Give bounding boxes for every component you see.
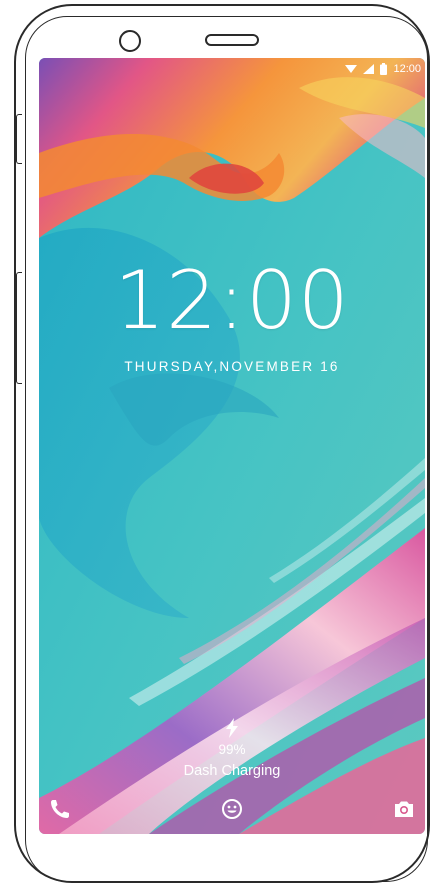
lock-screen[interactable]: 12:00 12:00 THURSDAY,NOVEMBER 16 99% Das… [39, 58, 425, 834]
battery-percent: 99% [218, 742, 246, 757]
smiley-icon[interactable] [220, 797, 244, 821]
status-time: 12:00 [393, 63, 421, 75]
charging-label: Dash Charging [183, 763, 281, 779]
lock-clock: 12:00 [114, 254, 350, 347]
wifi-icon [345, 65, 358, 73]
signal-icon [363, 64, 375, 74]
earpiece-speaker [205, 34, 259, 46]
lock-date: THURSDAY,NOVEMBER 16 [124, 359, 340, 374]
battery-icon [380, 63, 388, 75]
phone-icon[interactable] [48, 797, 72, 821]
side-button-top [16, 114, 22, 164]
lightning-icon [226, 718, 238, 738]
status-bar: 12:00 [345, 62, 421, 76]
camera-icon[interactable] [392, 797, 416, 821]
side-button-volume [16, 272, 22, 384]
front-camera [119, 30, 141, 52]
